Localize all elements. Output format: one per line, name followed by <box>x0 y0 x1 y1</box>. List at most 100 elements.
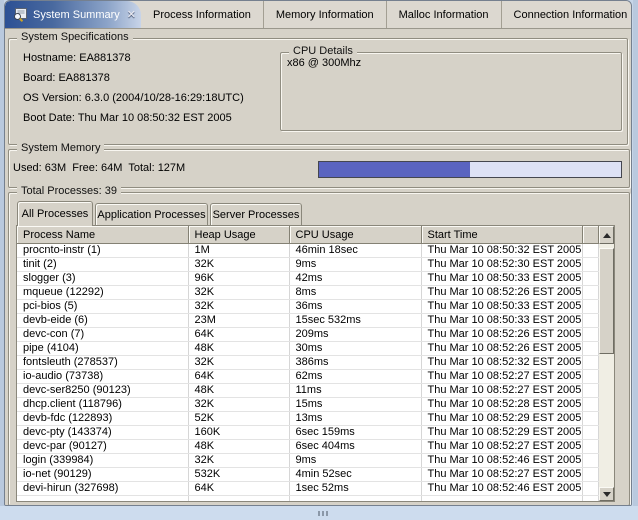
cell-start-time <box>421 496 582 503</box>
tab-server-processes[interactable]: Server Processes <box>210 203 302 226</box>
process-row[interactable]: devc-pty (143374)160K6sec 159msThu Mar 1… <box>17 426 598 440</box>
cell-cpu-usage: 386ms <box>289 356 421 370</box>
cell-process-name: pipe (4104) <box>17 342 188 356</box>
cell-heap-usage: 52K <box>188 412 289 426</box>
cell-cpu-usage: 13ms <box>289 412 421 426</box>
tab-application-processes[interactable]: Application Processes <box>95 203 208 226</box>
cell-heap-usage: 32K <box>188 258 289 272</box>
arrow-down-icon <box>603 492 611 497</box>
cell-cpu-usage: 6sec 404ms <box>289 440 421 454</box>
process-row[interactable]: devb-fdc (122893)52K13msThu Mar 10 08:52… <box>17 412 598 426</box>
view-content: System Specifications Hostname: EA881378… <box>5 29 631 505</box>
cell-start-time: Thu Mar 10 08:52:46 EST 2005 <box>421 482 582 496</box>
cell-start-time: Thu Mar 10 08:52:27 EST 2005 <box>421 384 582 398</box>
cell-cpu-usage: 36ms <box>289 300 421 314</box>
close-icon[interactable]: ✕ <box>127 10 136 20</box>
process-row[interactable]: login (339984)32K9msThu Mar 10 08:52:46 … <box>17 454 598 468</box>
cell-process-name: devi-hirun (327698) <box>17 482 188 496</box>
cell-start-time: Thu Mar 10 08:52:27 EST 2005 <box>421 468 582 482</box>
process-row[interactable]: devc-con (7)64K209msThu Mar 10 08:52:26 … <box>17 328 598 342</box>
cell-heap-usage: 48K <box>188 384 289 398</box>
cell-process-name: fontsleuth (278537) <box>17 356 188 370</box>
cell-heap-usage: 96K <box>188 272 289 286</box>
cell-process-name: devb-eide (6) <box>17 314 188 328</box>
cell-filler <box>582 398 598 412</box>
cell-heap-usage: 64K <box>188 328 289 342</box>
tab-malloc-information[interactable]: Malloc Information <box>387 1 502 28</box>
cell-cpu-usage: 9ms <box>289 454 421 468</box>
cell-start-time: Thu Mar 10 08:50:33 EST 2005 <box>421 300 582 314</box>
column-header-cpu-usage[interactable]: CPU Usage <box>289 226 421 244</box>
cell-cpu-usage: 209ms <box>289 328 421 342</box>
process-row[interactable]: tinit (2)32K9msThu Mar 10 08:52:30 EST 2… <box>17 258 598 272</box>
cell-cpu-usage: 15sec 532ms <box>289 314 421 328</box>
process-row[interactable]: pci-bios (5)32K36msThu Mar 10 08:50:33 E… <box>17 300 598 314</box>
tab-all-processes[interactable]: All Processes <box>17 201 93 226</box>
cell-filler <box>582 272 598 286</box>
cpu-details-title: CPU Details <box>289 45 357 57</box>
vertical-scrollbar[interactable] <box>599 226 614 501</box>
tab-system-summary[interactable]: System Summary ✕ <box>5 1 141 28</box>
cell-start-time: Thu Mar 10 08:52:29 EST 2005 <box>421 412 582 426</box>
scroll-down-button[interactable] <box>599 487 614 501</box>
tab-process-information[interactable]: Process Information <box>141 1 264 28</box>
cell-process-name: io-net (90129) <box>17 468 188 482</box>
cell-heap-usage <box>188 496 289 503</box>
cell-filler <box>582 426 598 440</box>
cell-heap-usage: 48K <box>188 342 289 356</box>
process-row[interactable]: devc-par (90127)48K6sec 404msThu Mar 10 … <box>17 440 598 454</box>
cell-filler <box>582 384 598 398</box>
cell-start-time: Thu Mar 10 08:52:26 EST 2005 <box>421 328 582 342</box>
bottom-sash[interactable] <box>0 506 638 520</box>
view-tab-bar: System Summary ✕ Process Information Mem… <box>5 1 631 29</box>
column-header-start-time[interactable]: Start Time <box>421 226 582 244</box>
process-row[interactable]: devc-ser8250 (90123)48K11msThu Mar 10 08… <box>17 384 598 398</box>
process-row[interactable]: pipe (4104)48K30msThu Mar 10 08:52:26 ES… <box>17 342 598 356</box>
process-row[interactable]: slogger (3)96K42msThu Mar 10 08:50:33 ES… <box>17 272 598 286</box>
process-row[interactable]: fontsleuth (278537)32K386msThu Mar 10 08… <box>17 356 598 370</box>
subtab-label: Server Processes <box>213 209 300 221</box>
cell-start-time: Thu Mar 10 08:52:28 EST 2005 <box>421 398 582 412</box>
cell-cpu-usage: 6sec 159ms <box>289 426 421 440</box>
subtab-label: Application Processes <box>97 209 205 221</box>
memory-progress-fill <box>319 162 470 177</box>
process-row[interactable]: procnto-instr (1)1M46min 18secThu Mar 10… <box>17 244 598 258</box>
tab-connection-information[interactable]: Connection Information <box>502 1 632 28</box>
cell-heap-usage: 532K <box>188 468 289 482</box>
column-header-heap-usage[interactable]: Heap Usage <box>188 226 289 244</box>
tab-label: Malloc Information <box>399 9 489 21</box>
cell-heap-usage: 160K <box>188 426 289 440</box>
tab-memory-information[interactable]: Memory Information <box>264 1 387 28</box>
cell-cpu-usage: 1sec 52ms <box>289 482 421 496</box>
system-summary-view: System Summary ✕ Process Information Mem… <box>4 0 632 506</box>
process-row[interactable]: devb-eide (6)23M15sec 532msThu Mar 10 08… <box>17 314 598 328</box>
process-row[interactable]: mqueue (12292)32K8msThu Mar 10 08:52:26 … <box>17 286 598 300</box>
system-specifications-group: System Specifications Hostname: EA881378… <box>8 38 628 145</box>
board-text: Board: EA881378 <box>23 72 110 84</box>
sash-grip-icon[interactable] <box>318 511 328 516</box>
table-header-row: Process Name Heap Usage CPU Usage Start … <box>17 226 598 244</box>
column-header-process-name[interactable]: Process Name <box>17 226 188 244</box>
scrollbar-thumb[interactable] <box>599 248 614 354</box>
cell-start-time: Thu Mar 10 08:52:27 EST 2005 <box>421 440 582 454</box>
system-memory-group: System Memory Used: 63M Free: 64M Total:… <box>8 149 630 188</box>
scroll-up-button[interactable] <box>599 226 614 244</box>
boot-date-text: Boot Date: Thu Mar 10 08:50:32 EST 2005 <box>23 112 232 124</box>
cell-heap-usage: 64K <box>188 482 289 496</box>
process-row[interactable]: devi-hirun (327698)64K1sec 52msThu Mar 1… <box>17 482 598 496</box>
process-row[interactable] <box>17 496 598 503</box>
cell-filler <box>582 244 598 258</box>
process-row[interactable]: io-audio (73738)64K62msThu Mar 10 08:52:… <box>17 370 598 384</box>
cell-filler <box>582 496 598 503</box>
system-memory-title: System Memory <box>17 142 104 154</box>
cell-process-name: devc-con (7) <box>17 328 188 342</box>
process-row[interactable]: dhcp.client (118796)32K15msThu Mar 10 08… <box>17 398 598 412</box>
memory-progress-bar <box>318 161 622 178</box>
process-row[interactable]: io-net (90129)532K4min 52secThu Mar 10 0… <box>17 468 598 482</box>
cell-start-time: Thu Mar 10 08:50:33 EST 2005 <box>421 272 582 286</box>
cell-filler <box>582 258 598 272</box>
cell-process-name: procnto-instr (1) <box>17 244 188 258</box>
right-sash[interactable] <box>633 0 638 520</box>
cell-cpu-usage: 42ms <box>289 272 421 286</box>
cell-process-name: devc-ser8250 (90123) <box>17 384 188 398</box>
